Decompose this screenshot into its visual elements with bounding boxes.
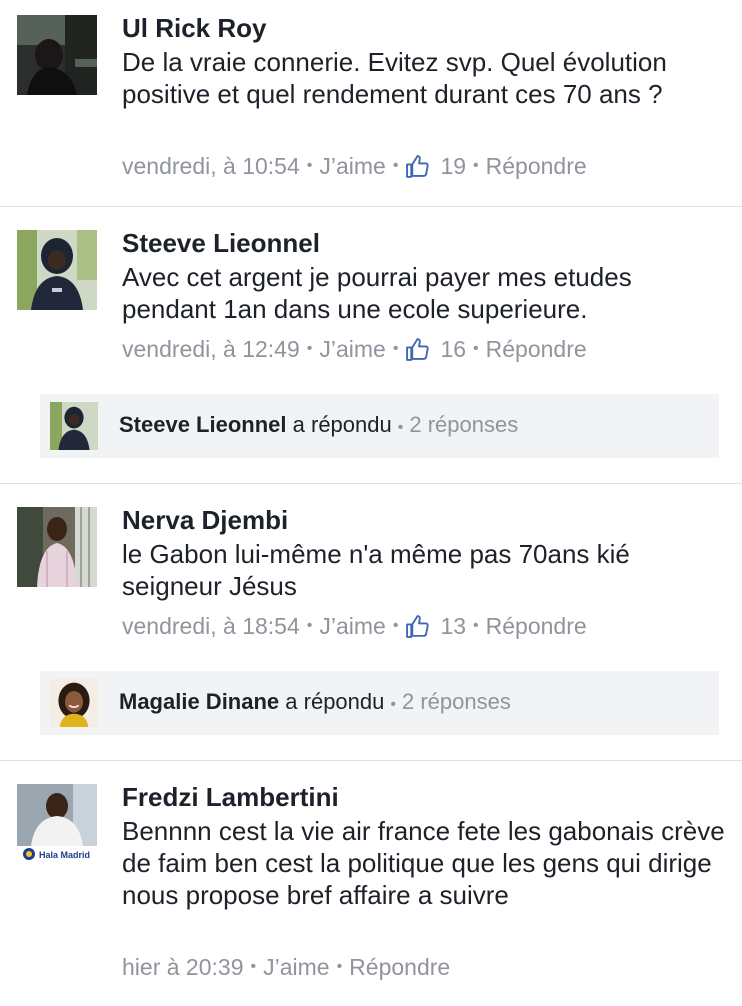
separator: • — [336, 958, 343, 975]
separator: • — [392, 617, 399, 634]
like-link[interactable]: J’aime — [263, 953, 329, 981]
reply-author[interactable]: Magalie Dinane — [119, 689, 279, 714]
thumbs-up-icon — [405, 337, 430, 362]
like-link[interactable]: J’aime — [319, 152, 385, 180]
comment-meta: vendredi, à 12:49 • J’aime • 16 • Répond… — [122, 335, 587, 363]
reply-action: a répondu — [285, 689, 385, 714]
thumbs-up-icon — [405, 154, 430, 179]
comment-author[interactable]: Nerva Djembi — [122, 505, 288, 535]
comment-author[interactable]: Steeve Lieonnel — [122, 228, 320, 258]
like-link[interactable]: J’aime — [319, 612, 385, 640]
reply-link[interactable]: Répondre — [486, 612, 587, 640]
reply-avatar — [50, 679, 98, 727]
separator: • — [392, 340, 399, 357]
comment-timestamp[interactable]: vendredi, à 10:54 — [122, 152, 300, 180]
reply-link[interactable]: Répondre — [349, 953, 450, 981]
comment-timestamp[interactable]: vendredi, à 18:54 — [122, 612, 300, 640]
like-count[interactable]: 16 — [440, 335, 466, 363]
comment-author[interactable]: Ul Rick Roy — [122, 13, 267, 43]
reply-link[interactable]: Répondre — [486, 335, 587, 363]
separator: • — [397, 419, 404, 436]
reply-summary-text: Steeve Lieonnel a répondu • 2 réponses — [119, 411, 518, 442]
replies-summary[interactable]: Magalie Dinane a répondu • 2 réponses — [40, 671, 719, 735]
comment-timestamp[interactable]: vendredi, à 12:49 — [122, 335, 300, 363]
comment-text: Bennnn cest la vie air france fete les g… — [122, 816, 725, 910]
separator: • — [473, 340, 479, 357]
comment-meta: vendredi, à 18:54 • J’aime • 13 • Répond… — [122, 612, 587, 640]
reply-avatar — [50, 402, 98, 450]
like-count[interactable]: 19 — [440, 152, 466, 180]
avatar[interactable] — [17, 230, 97, 310]
replies-summary[interactable]: Steeve Lieonnel a répondu • 2 réponses — [40, 394, 719, 458]
separator: • — [250, 958, 257, 975]
separator: • — [392, 157, 399, 174]
comment-meta: hier à 20:39 • J’aime • Répondre — [122, 953, 450, 981]
comment-meta: vendredi, à 10:54 • J’aime • 19 • Répond… — [122, 152, 587, 180]
divider — [0, 483, 742, 484]
reply-count[interactable]: 2 réponses — [409, 412, 518, 437]
avatar[interactable] — [17, 507, 97, 587]
like-count[interactable]: 13 — [440, 612, 466, 640]
comment-text: Avec cet argent je pourrai payer mes etu… — [122, 262, 632, 324]
comment-timestamp[interactable]: hier à 20:39 — [122, 953, 243, 981]
like-link[interactable]: J’aime — [319, 335, 385, 363]
thumbs-up-icon — [405, 614, 430, 639]
separator: • — [473, 157, 479, 174]
separator: • — [390, 696, 396, 713]
reply-link[interactable]: Répondre — [486, 152, 587, 180]
separator: • — [306, 157, 313, 174]
comment-text: De la vraie connerie. Evitez svp. Quel é… — [122, 47, 667, 109]
separator: • — [473, 617, 479, 634]
comment-author[interactable]: Fredzi Lambertini — [122, 782, 339, 812]
reply-summary-text: Magalie Dinane a répondu • 2 réponses — [119, 688, 511, 719]
avatar[interactable]: Hala Madrid — [17, 784, 97, 864]
reply-action: a répondu — [292, 412, 392, 437]
reply-author[interactable]: Steeve Lieonnel — [119, 412, 287, 437]
avatar-badge: Hala Madrid — [39, 850, 91, 860]
separator: • — [306, 617, 313, 634]
separator: • — [306, 340, 313, 357]
divider — [0, 760, 742, 761]
divider — [0, 206, 742, 207]
comment-text: le Gabon lui-même n'a même pas 70ans kié… — [122, 539, 630, 601]
avatar[interactable] — [17, 15, 97, 95]
reply-count[interactable]: 2 réponses — [402, 689, 511, 714]
